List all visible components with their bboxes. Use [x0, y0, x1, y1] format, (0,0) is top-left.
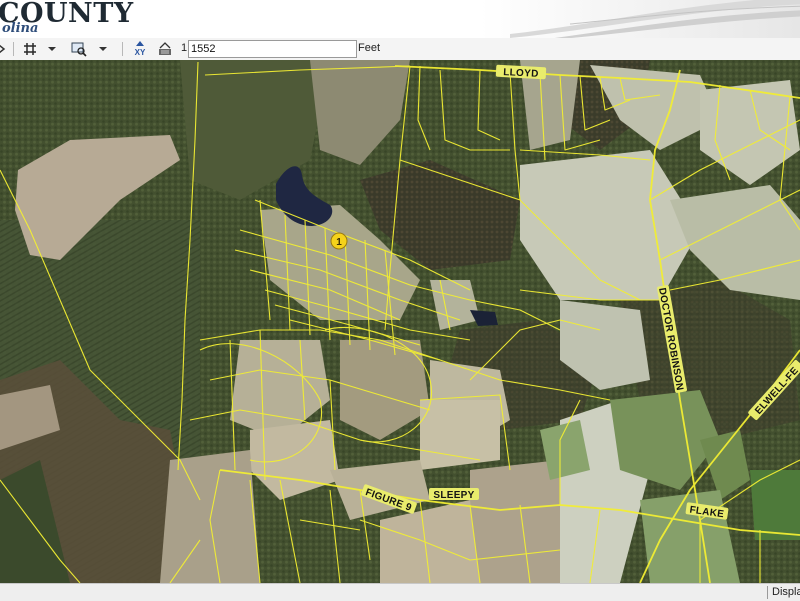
dropdown-arrow-icon[interactable]: [47, 40, 57, 58]
pan-icon[interactable]: [0, 40, 6, 58]
map-toolbar: XY 1: Feet: [0, 38, 800, 61]
zoom-select-icon[interactable]: [70, 40, 88, 58]
status-text: Displa: [772, 586, 800, 598]
road-label-sleepy: SLEEPY: [429, 488, 479, 501]
grid-icon[interactable]: [22, 40, 38, 58]
road-label-lloyd: LLOYD: [495, 64, 547, 80]
xy-label: XY: [134, 48, 146, 57]
map-canvas[interactable]: LLOYD DOCTOR ROBINSON ELWELL-FE FIGURE 9…: [0, 60, 800, 583]
svg-text:LLOYD: LLOYD: [503, 67, 539, 80]
print-map-icon[interactable]: [155, 40, 175, 58]
toolbar-separator: [13, 42, 14, 56]
status-divider: [767, 586, 768, 599]
toolbar-separator: [122, 42, 123, 56]
location-marker[interactable]: 1: [330, 232, 348, 250]
scale-units-label: Feet: [358, 42, 381, 54]
logo-subtitle: olina: [2, 21, 39, 36]
map-scale-input[interactable]: [188, 40, 357, 58]
dropdown-arrow-icon[interactable]: [98, 40, 108, 58]
aerial-parcel-map: LLOYD DOCTOR ROBINSON ELWELL-FE FIGURE 9…: [0, 60, 800, 583]
header-swoosh-graphic: [510, 0, 800, 38]
status-bar: Displa: [0, 583, 800, 601]
svg-text:SLEEPY: SLEEPY: [433, 490, 474, 501]
marker-label: 1: [336, 237, 342, 248]
goto-xy-icon[interactable]: XY: [130, 40, 150, 58]
app-header: COUNTY olina: [0, 0, 800, 38]
